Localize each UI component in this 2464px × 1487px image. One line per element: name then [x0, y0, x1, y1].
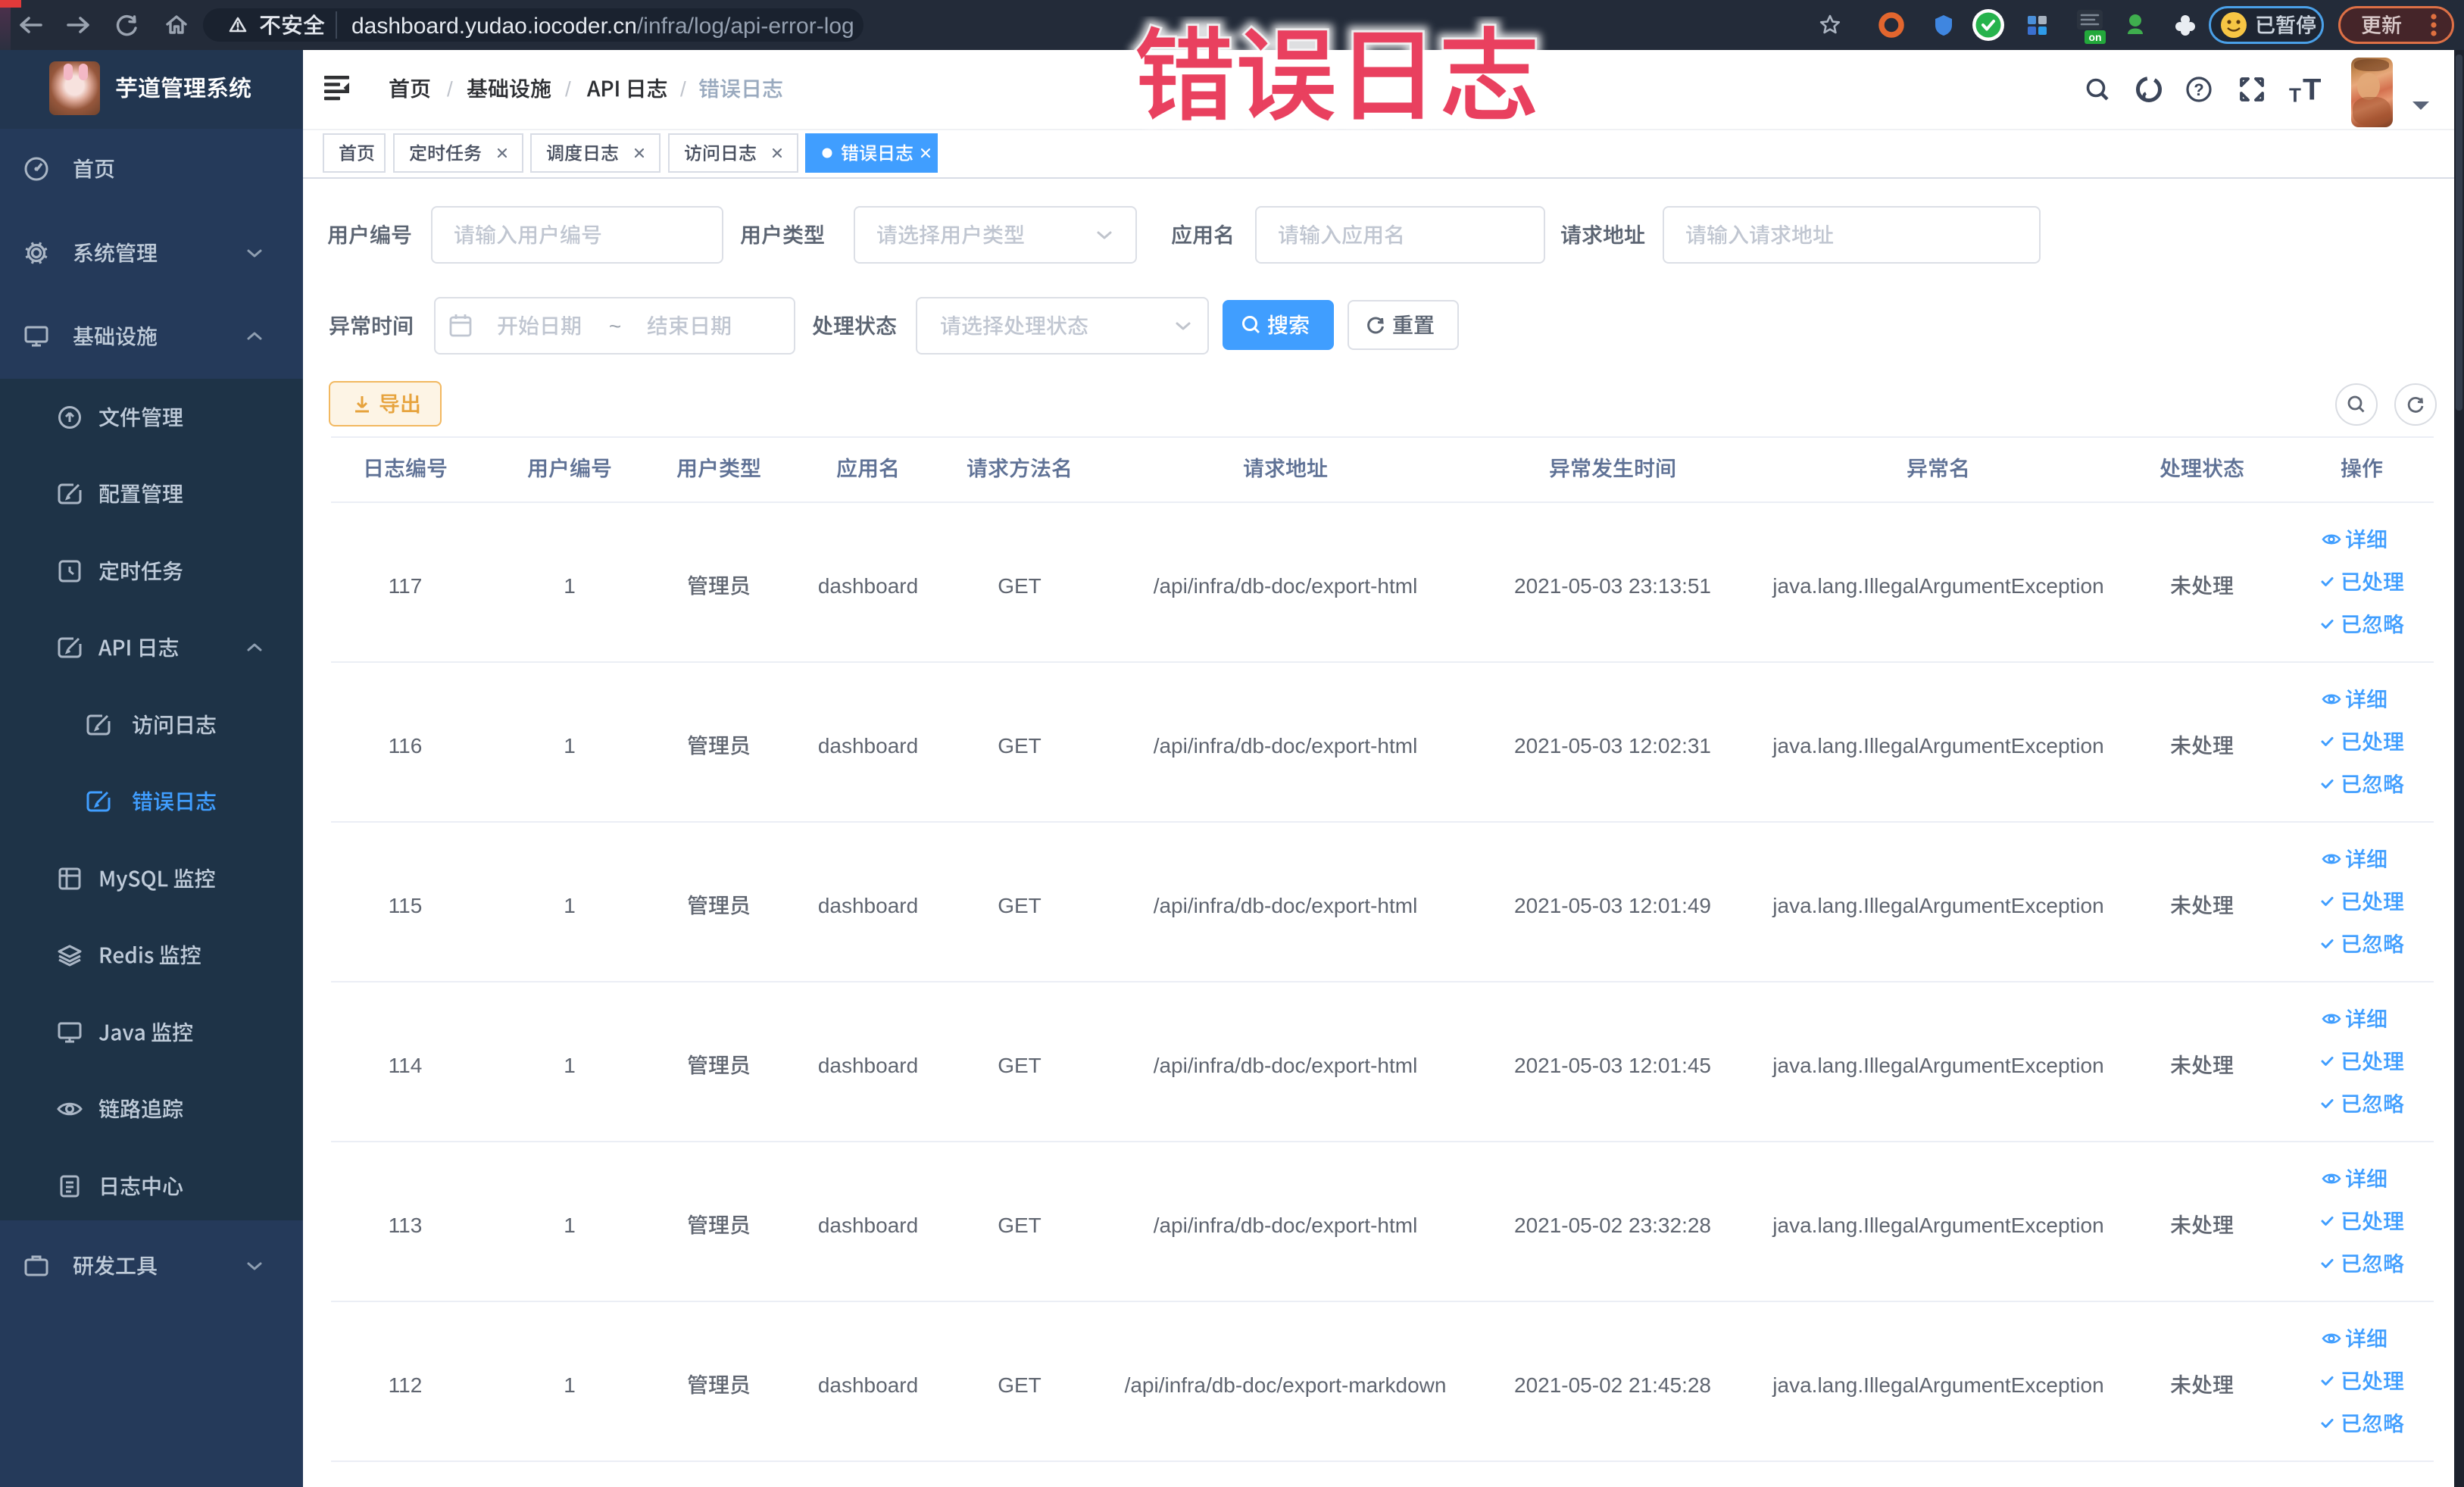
svg-text:java.lang.IllegalArgumentExcep: java.lang.IllegalArgumentException: [1772, 894, 2103, 917]
svg-text:GET: GET: [998, 1054, 1042, 1077]
svg-text:GET: GET: [998, 894, 1042, 917]
svg-text:1: 1: [564, 1214, 576, 1237]
svg-text:2021-05-02 21:45:28: 2021-05-02 21:45:28: [1514, 1373, 1711, 1397]
svg-text:GET: GET: [998, 734, 1042, 758]
svg-text:/api/infra/db-doc/export-html: /api/infra/db-doc/export-html: [1154, 1214, 1418, 1237]
svg-text:2021-05-03 12:02:31: 2021-05-03 12:02:31: [1514, 734, 1711, 758]
svg-text:/api/infra/db-doc/export-html: /api/infra/db-doc/export-html: [1154, 1054, 1418, 1077]
svg-text:2021-05-03 23:13:51: 2021-05-03 23:13:51: [1514, 574, 1711, 598]
svg-text:/: /: [565, 77, 571, 101]
svg-text:T: T: [2289, 83, 2301, 106]
svg-text:/: /: [680, 77, 686, 101]
svg-text:2021-05-02 23:32:28: 2021-05-02 23:32:28: [1514, 1214, 1711, 1237]
svg-text:/api/infra/db-doc/export-html: /api/infra/db-doc/export-html: [1154, 574, 1418, 598]
svg-text:2021-05-03 12:01:49: 2021-05-03 12:01:49: [1514, 894, 1711, 917]
svg-text:/api/infra/db-doc/export-html: /api/infra/db-doc/export-html: [1154, 894, 1418, 917]
svg-text:GET: GET: [998, 1214, 1042, 1237]
svg-text:114: 114: [389, 1054, 423, 1077]
svg-text:dashboard: dashboard: [818, 1214, 918, 1237]
svg-text:1: 1: [564, 894, 576, 917]
svg-text:java.lang.IllegalArgumentExcep: java.lang.IllegalArgumentException: [1772, 1373, 2103, 1397]
svg-text:dashboard.yudao.iocoder.cn/inf: dashboard.yudao.iocoder.cn/infra/log/api…: [351, 14, 854, 39]
svg-text:GET: GET: [998, 574, 1042, 598]
svg-text:117: 117: [389, 574, 423, 598]
svg-text:~: ~: [609, 314, 621, 338]
svg-text:dashboard: dashboard: [818, 574, 918, 598]
svg-text:dashboard: dashboard: [818, 894, 918, 917]
svg-text:1: 1: [564, 1054, 576, 1077]
svg-text:GET: GET: [998, 1373, 1042, 1397]
svg-text:116: 116: [389, 734, 423, 758]
svg-text:T: T: [2303, 73, 2321, 106]
svg-text:java.lang.IllegalArgumentExcep: java.lang.IllegalArgumentException: [1772, 734, 2103, 758]
svg-text:java.lang.IllegalArgumentExcep: java.lang.IllegalArgumentException: [1772, 574, 2103, 598]
svg-text:112: 112: [389, 1373, 423, 1397]
svg-text:/: /: [447, 77, 453, 101]
svg-text:on: on: [2088, 31, 2101, 43]
svg-text:1: 1: [564, 734, 576, 758]
svg-text:2021-05-03 12:01:45: 2021-05-03 12:01:45: [1514, 1054, 1711, 1077]
svg-text:java.lang.IllegalArgumentExcep: java.lang.IllegalArgumentException: [1772, 1054, 2103, 1077]
svg-text:113: 113: [389, 1214, 423, 1237]
svg-text:/api/infra/db-doc/export-html: /api/infra/db-doc/export-html: [1154, 734, 1418, 758]
svg-text:1: 1: [564, 574, 576, 598]
svg-text:dashboard: dashboard: [818, 1054, 918, 1077]
svg-text:java.lang.IllegalArgumentExcep: java.lang.IllegalArgumentException: [1772, 1214, 2103, 1237]
svg-text:115: 115: [389, 894, 423, 917]
svg-text:/api/infra/db-doc/export-markd: /api/infra/db-doc/export-markdown: [1125, 1373, 1447, 1397]
svg-text:dashboard: dashboard: [818, 734, 918, 758]
svg-text:?: ?: [2194, 80, 2203, 99]
svg-text:1: 1: [564, 1373, 576, 1397]
svg-text:dashboard: dashboard: [818, 1373, 918, 1397]
